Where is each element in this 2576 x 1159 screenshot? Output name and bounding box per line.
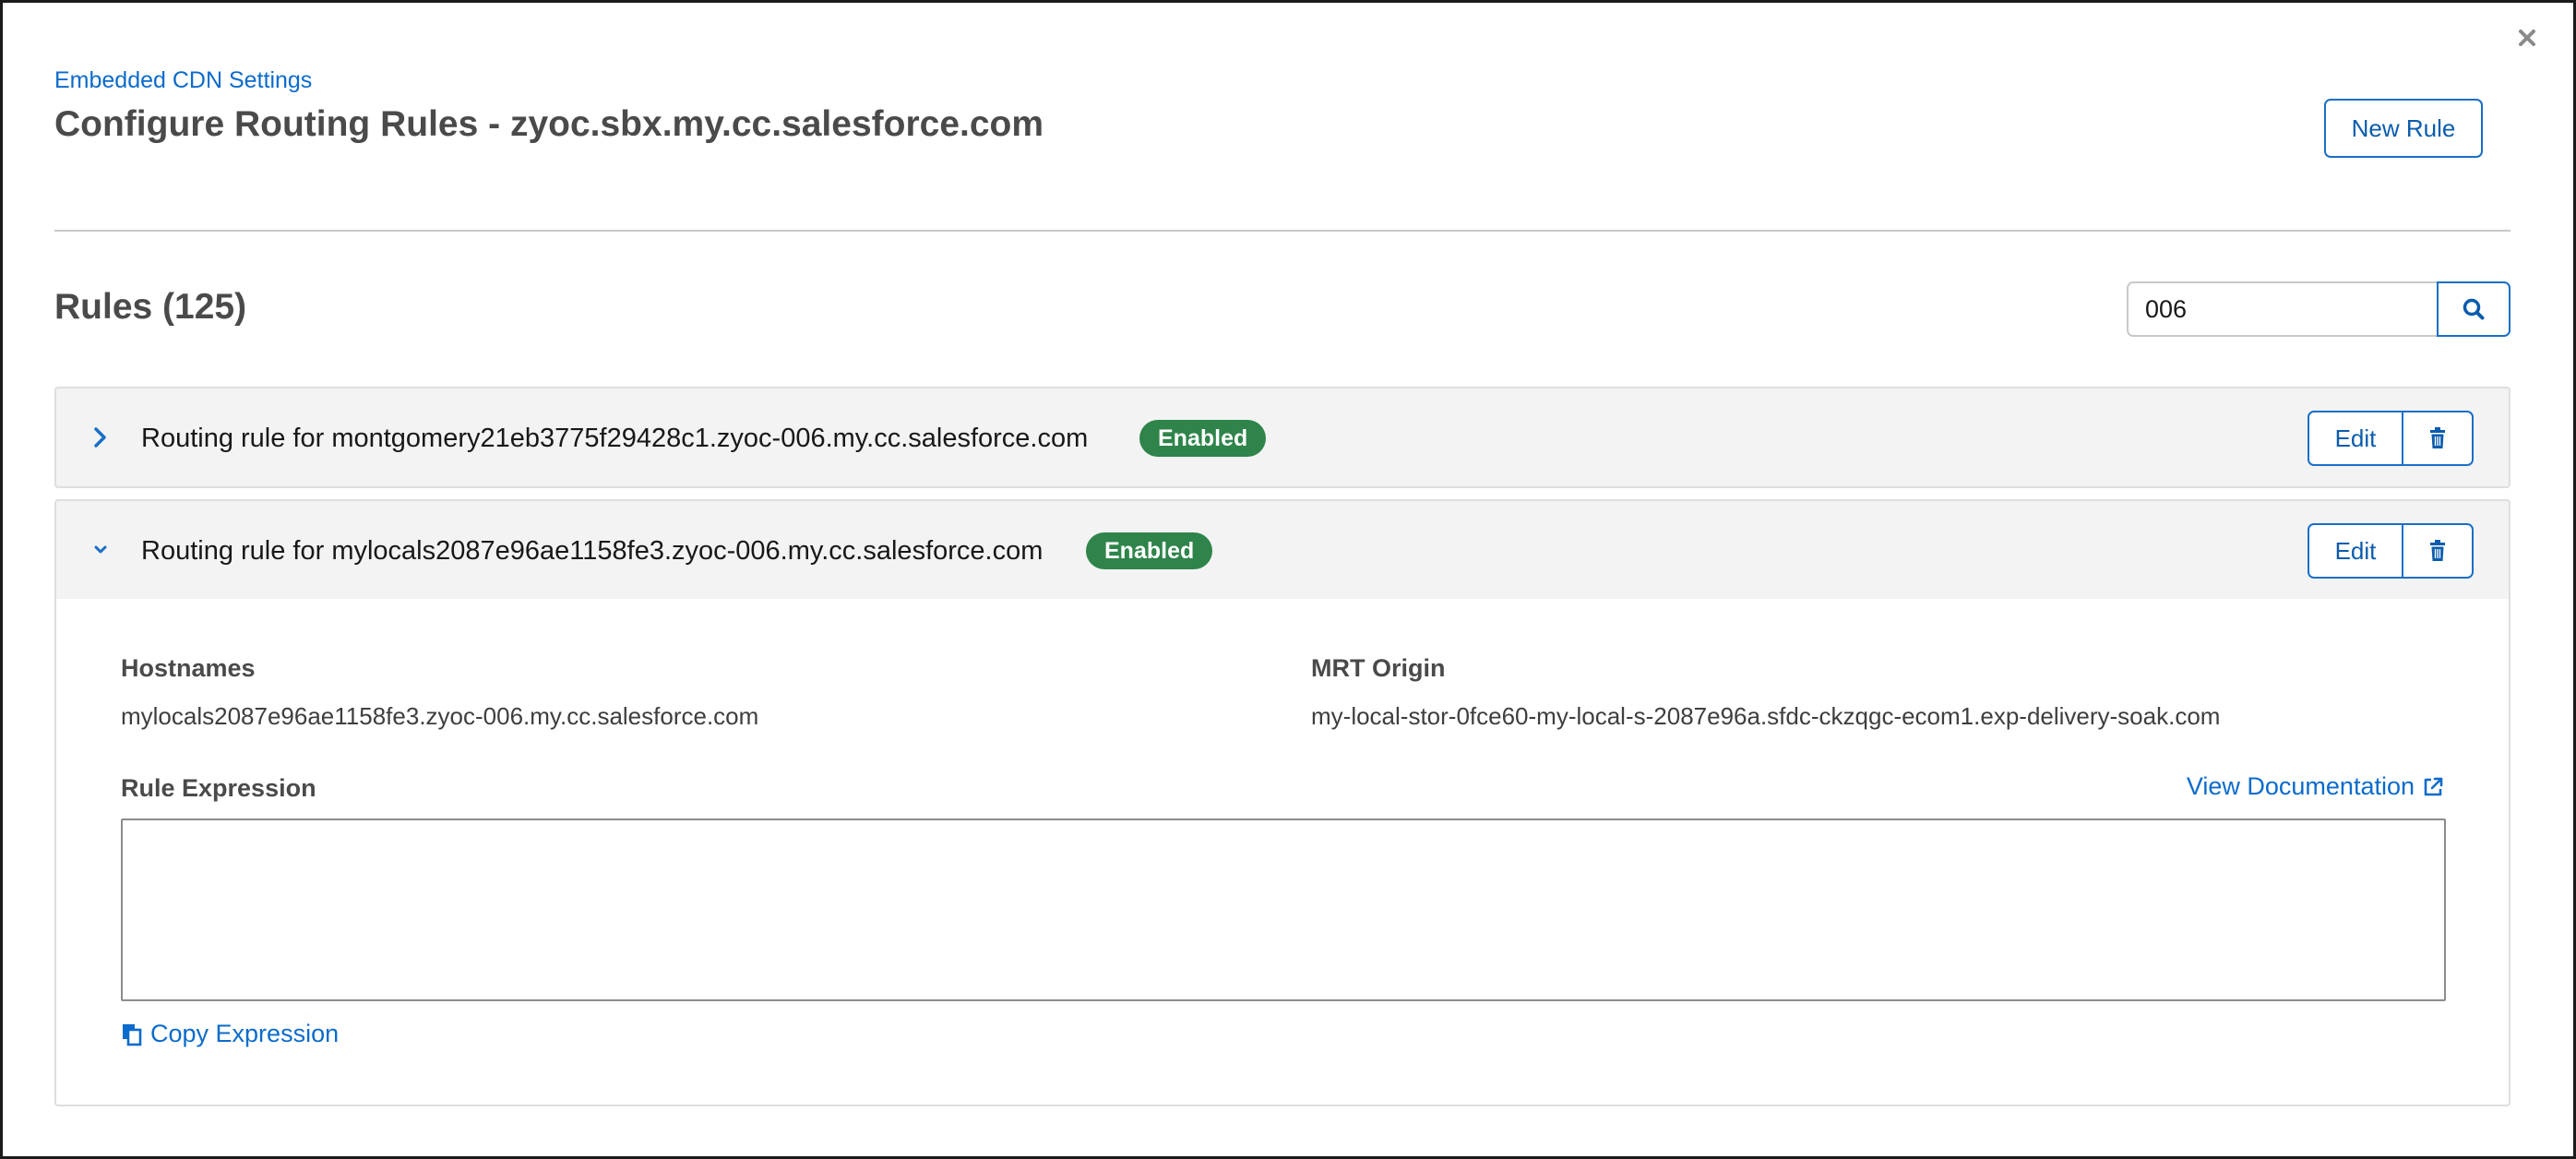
view-documentation-text: View Documentation bbox=[2186, 772, 2415, 800]
status-badge: Enabled bbox=[1139, 420, 1267, 457]
hostnames-value: mylocals2087e96ae1158fe3.zyoc-006.my.cc.… bbox=[121, 702, 759, 730]
rule-expression-label: Rule Expression bbox=[121, 774, 316, 802]
rule-item: Routing rule for montgomery21eb3775f2942… bbox=[54, 387, 2510, 488]
header-divider bbox=[54, 230, 2510, 232]
copy-expression-text: Copy Expression bbox=[150, 1020, 340, 1047]
rule-title[interactable]: Routing rule for montgomery21eb3775f2942… bbox=[141, 424, 1088, 454]
close-icon bbox=[2519, 30, 2535, 46]
rule-item: Routing rule for mylocals2087e96ae1158fe… bbox=[54, 499, 2510, 601]
modal-window: Embedded CDN Settings Configure Routing … bbox=[0, 0, 2576, 1159]
rule-details: Hostnames mylocals2087e96ae1158fe3.zyoc-… bbox=[54, 599, 2510, 1106]
expand-toggle[interactable] bbox=[84, 421, 117, 454]
rule-actions: Edit bbox=[2308, 411, 2474, 466]
rule-actions: Edit bbox=[2308, 523, 2474, 579]
hostnames-label: Hostnames bbox=[121, 654, 256, 682]
chevron-right-icon bbox=[94, 427, 106, 448]
mrt-origin-value: my-local-stor-0fce60-my-local-s-2087e96a… bbox=[1311, 702, 2221, 730]
page-title: Configure Routing Rules - zyoc.sbx.my.cc… bbox=[54, 104, 1044, 144]
trash-icon bbox=[2430, 540, 2445, 561]
edit-button[interactable]: Edit bbox=[2308, 411, 2403, 466]
delete-button[interactable] bbox=[2403, 523, 2474, 579]
close-button[interactable] bbox=[2509, 19, 2546, 56]
rule-title[interactable]: Routing rule for mylocals2087e96ae1158fe… bbox=[141, 536, 1043, 567]
breadcrumb-link[interactable]: Embedded CDN Settings bbox=[54, 67, 312, 94]
chevron-down-icon bbox=[94, 545, 107, 554]
mrt-origin-label: MRT Origin bbox=[1311, 654, 1446, 682]
view-documentation-link[interactable]: View Documentation bbox=[2187, 772, 2444, 801]
copy-icon bbox=[123, 1023, 142, 1045]
status-badge: Enabled bbox=[1086, 532, 1213, 569]
rule-expression-textarea[interactable] bbox=[121, 818, 2446, 1001]
delete-button[interactable] bbox=[2403, 411, 2474, 466]
trash-icon bbox=[2430, 427, 2445, 448]
search-button[interactable] bbox=[2437, 281, 2510, 337]
edit-button[interactable]: Edit bbox=[2308, 523, 2403, 579]
search-input[interactable] bbox=[2127, 281, 2439, 337]
rules-heading: Rules (125) bbox=[54, 287, 247, 327]
external-link-icon bbox=[2424, 777, 2443, 795]
collapse-toggle[interactable] bbox=[84, 533, 117, 567]
new-rule-button[interactable]: New Rule bbox=[2324, 99, 2483, 158]
search-icon bbox=[2463, 298, 2485, 320]
copy-expression-link[interactable]: Copy Expression bbox=[121, 1020, 339, 1048]
